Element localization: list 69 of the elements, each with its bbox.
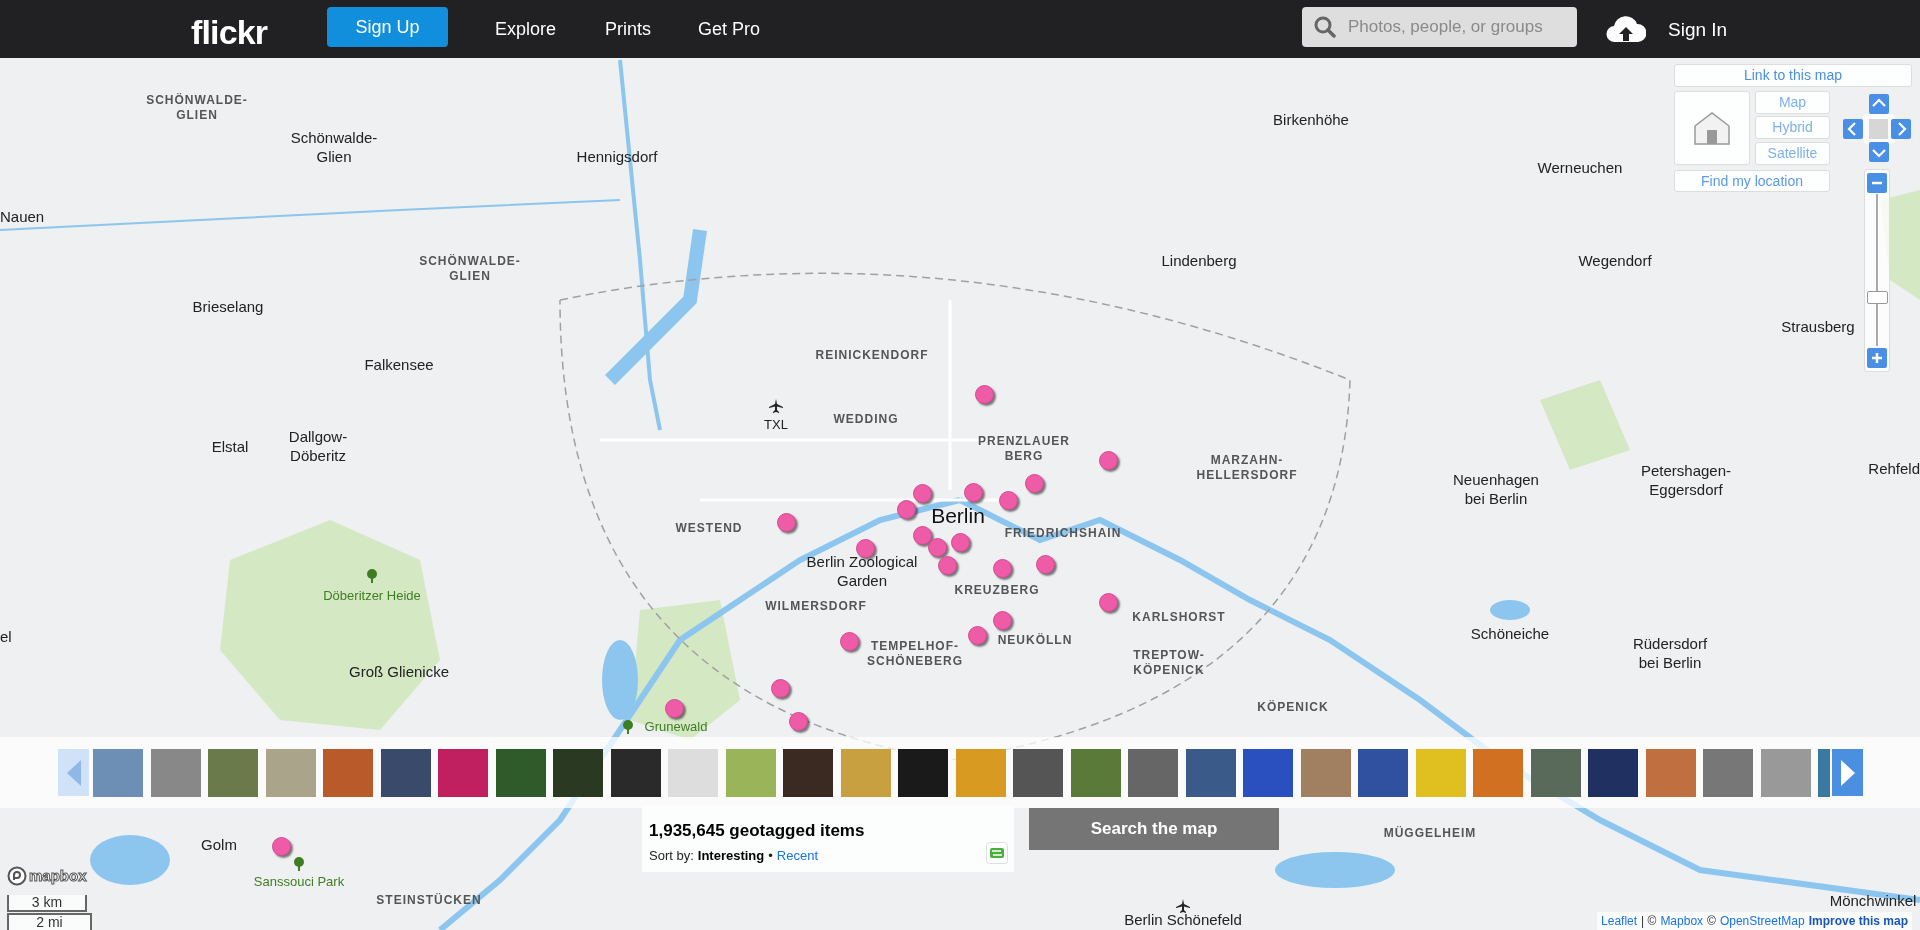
attribution-link[interactable]: OpenStreetMap <box>1719 912 1805 930</box>
place-label: Nauen <box>0 207 45 227</box>
place-label: Schönwalde- Glien <box>290 129 378 167</box>
place-label: Falkensee <box>364 355 434 375</box>
place-label: KARLSHORST <box>1132 609 1226 625</box>
place-label: Groß Glienicke <box>349 662 449 682</box>
nav-link[interactable]: Explore <box>495 16 557 43</box>
place-label: Dallgow- Döberitz <box>288 428 348 466</box>
place-label: Birkenhöhe <box>1273 110 1349 130</box>
separator: • <box>768 847 773 865</box>
place-label: Strausberg <box>1781 317 1855 337</box>
place-label: Berlin Schönefeld <box>1124 910 1242 930</box>
sort-option[interactable]: Recent <box>776 846 819 866</box>
place-label: TREPTOW- KÖPENICK <box>1133 648 1205 678</box>
place-label: Schöneiche <box>1470 624 1550 644</box>
place-label: Sanssouci Park <box>253 873 345 891</box>
place-label: Neuenhagen bei Berlin <box>1453 471 1539 509</box>
place-label: WEDDING <box>833 411 899 427</box>
sort-label: Sort by: <box>649 847 694 865</box>
place-label: Wegendorf <box>1578 251 1652 271</box>
place-label: el <box>0 627 12 647</box>
place-label: Grunewald <box>644 718 708 736</box>
search-field[interactable]: Photos, people, or groups <box>1302 7 1577 47</box>
place-label: Rüdersdorf bei Berlin <box>1632 635 1708 673</box>
place-label: Hennigsdorf <box>576 147 658 167</box>
link-to-map[interactable]: Link to this map <box>1674 64 1912 87</box>
attribution-text: © <box>1707 913 1716 930</box>
place-label: MÜGGELHEIM <box>1383 825 1477 841</box>
place-label: Mönchwinkel <box>1829 891 1917 911</box>
place-label: Rehfeld <box>1868 459 1920 479</box>
place-label: REINICKENDORF <box>815 347 929 363</box>
attribution-link[interactable]: Leaflet <box>1601 912 1638 930</box>
place-label: Elstal <box>211 437 249 457</box>
place-label: Döberitzer Heide <box>323 587 421 605</box>
place-label: Lindenberg <box>1161 251 1237 271</box>
map-type-button[interactable]: Hybrid <box>1755 116 1830 139</box>
nav-link[interactable]: Get Pro <box>698 16 761 43</box>
find-location-button[interactable]: Find my location <box>1674 170 1830 192</box>
search-the-map-button[interactable]: Search the map <box>1029 808 1279 850</box>
place-label: MARZAHN- HELLERSDORF <box>1196 453 1298 483</box>
place-label: WILMERSDORF <box>765 598 867 614</box>
place-label: NEUKÖLLN <box>997 632 1073 648</box>
place-label: KÖPENICK <box>1257 699 1329 715</box>
attribution-text: | © <box>1641 913 1657 930</box>
place-label: Petershagen- Eggersdorf <box>1640 462 1732 500</box>
place-label: Werneuchen <box>1537 158 1623 178</box>
logo[interactable]: flickr <box>191 7 268 58</box>
scale-label: 3 km <box>7 895 87 912</box>
sort-option[interactable]: Interesting <box>697 846 765 866</box>
place-label: WESTEND <box>675 520 743 536</box>
place-label: Brieselang <box>192 297 264 317</box>
place-label: PRENZLAUER BERG <box>978 434 1070 464</box>
map-type-button[interactable]: Map <box>1755 91 1830 114</box>
place-label: TXL <box>764 416 788 434</box>
place-label: TEMPELHOF- SCHÖNEBERG <box>867 639 963 669</box>
place-label: Berlin Zoological Garden <box>806 553 918 591</box>
mapbox-logo-text: mapbox <box>29 866 87 886</box>
nav-link[interactable]: Prints <box>605 16 651 43</box>
place-label: Golm <box>201 835 237 855</box>
sign-in-link[interactable]: Sign In <box>1668 16 1728 45</box>
result-count: 1,935,645 geotagged items <box>649 820 865 842</box>
place-label: KREUZBERG <box>954 582 1040 598</box>
attribution-link[interactable]: Mapbox <box>1660 912 1704 930</box>
place-label: Berlin <box>931 502 985 529</box>
scale-label: 2 mi <box>7 913 92 930</box>
place-label: SCHÖNWALDE- GLIEN <box>419 254 521 284</box>
sign-up-button[interactable]: Sign Up <box>327 7 448 47</box>
attribution-link[interactable]: Improve this map <box>1808 912 1908 930</box>
place-label: SCHÖNWALDE- GLIEN <box>146 93 248 123</box>
